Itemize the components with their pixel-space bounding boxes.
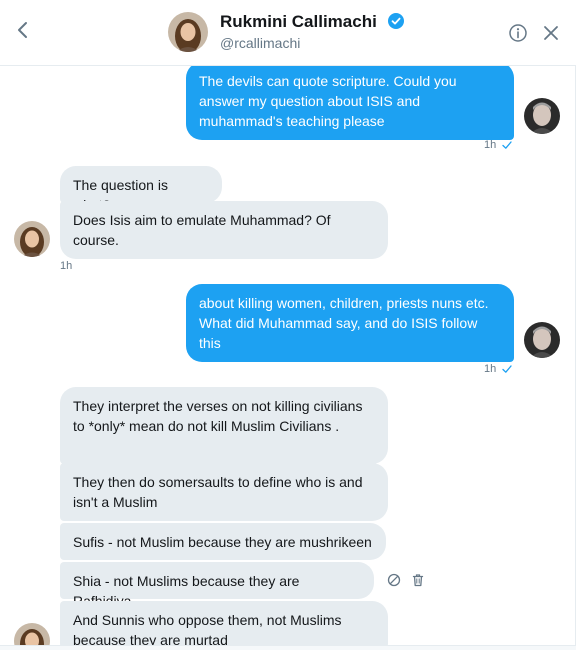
- message-bubble-outgoing[interactable]: The devils can quote scripture. Could yo…: [186, 66, 514, 140]
- report-message-button[interactable]: [387, 573, 401, 587]
- message-text: They then do somersaults to define who i…: [73, 474, 363, 510]
- info-button[interactable]: [508, 23, 528, 43]
- my-avatar[interactable]: [524, 322, 560, 358]
- message-text: Does Isis aim to emulate Muhammad? Of co…: [73, 212, 331, 248]
- sender-avatar[interactable]: [14, 623, 50, 645]
- conversation-handle[interactable]: @rcallimachi: [220, 35, 300, 51]
- close-button[interactable]: [542, 24, 560, 42]
- sender-avatar[interactable]: [14, 221, 50, 257]
- message-timestamp: 1h: [484, 363, 497, 375]
- avatar-image: [168, 12, 208, 52]
- avatar-image: [14, 221, 50, 257]
- checkmark-icon: [502, 141, 512, 149]
- header-avatar[interactable]: [168, 12, 208, 52]
- avatar-image: [14, 623, 50, 645]
- message-list[interactable]: The devils can quote scripture. Could yo…: [0, 66, 576, 645]
- message-bubble-outgoing[interactable]: about killing women, children, priests n…: [186, 284, 514, 362]
- message-bubble-incoming[interactable]: They then do somersaults to define who i…: [60, 463, 388, 521]
- message-text: They interpret the verses on not killing…: [73, 398, 363, 434]
- message-timestamp: 1h: [484, 139, 497, 151]
- message-bubble-incoming[interactable]: The question is what?: [60, 166, 222, 213]
- my-avatar[interactable]: [524, 98, 560, 134]
- message-text: The devils can quote scripture. Could yo…: [199, 73, 457, 129]
- message-text: about killing women, children, priests n…: [199, 295, 489, 351]
- message-text: Sufis - not Muslim because they are mush…: [73, 534, 372, 550]
- message-bubble-incoming[interactable]: And Sunnis who oppose them, not Muslims …: [60, 601, 388, 645]
- verified-badge-icon: [388, 13, 404, 29]
- report-icon: [387, 573, 401, 587]
- message-text: And Sunnis who oppose them, not Muslims …: [73, 612, 342, 645]
- message-bubble-incoming[interactable]: They interpret the verses on not killing…: [60, 387, 388, 464]
- close-icon: [544, 26, 558, 40]
- info-icon: [509, 24, 527, 42]
- message-bubble-incoming[interactable]: Sufis - not Muslim because they are mush…: [60, 523, 386, 560]
- conversation-name[interactable]: Rukmini Callimachi: [220, 12, 377, 32]
- trash-icon: [412, 574, 424, 587]
- composer-edge: [0, 645, 576, 650]
- checkmark-icon: [502, 365, 512, 373]
- delete-message-button[interactable]: [411, 573, 425, 587]
- message-timestamp: 1h: [60, 260, 73, 272]
- chevron-left-icon: [18, 22, 27, 38]
- back-button[interactable]: [12, 19, 34, 41]
- conversation-header: Rukmini Callimachi @rcallimachi: [0, 0, 576, 66]
- avatar-image: [524, 322, 560, 358]
- message-bubble-incoming[interactable]: Does Isis aim to emulate Muhammad? Of co…: [60, 201, 388, 259]
- message-bubble-incoming[interactable]: Shia - not Muslims because they are Rafh…: [60, 562, 374, 609]
- avatar-image: [524, 98, 560, 134]
